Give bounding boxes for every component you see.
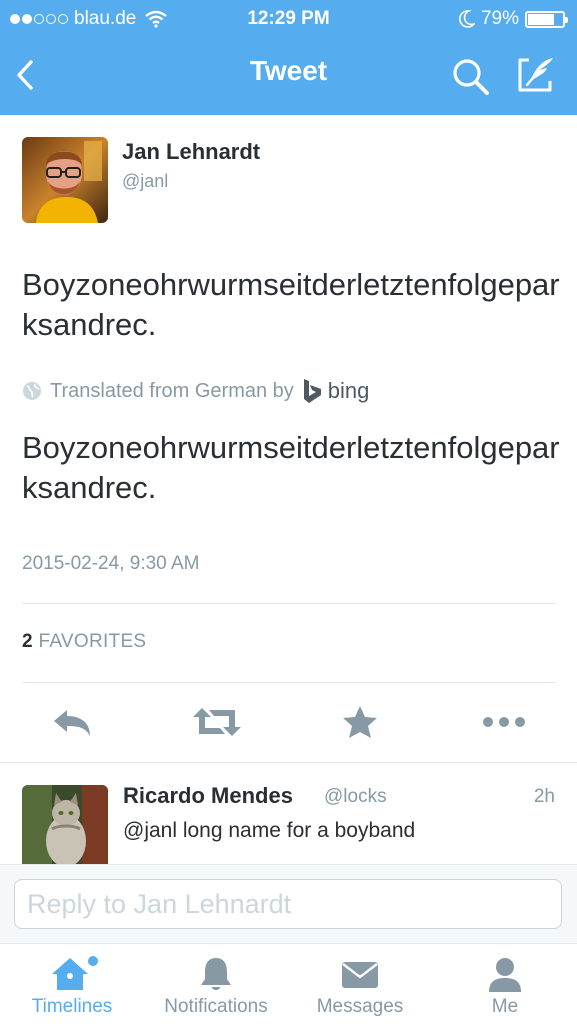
- search-icon: [453, 59, 489, 95]
- star-icon: [343, 706, 377, 738]
- reply-author-handle[interactable]: @locks: [324, 786, 387, 808]
- tweet-author[interactable]: Jan Lehnardt @janl: [22, 137, 562, 227]
- reply-tweet[interactable]: Ricardo Mendes @locks 2h @janl long name…: [0, 762, 577, 865]
- compose-icon: [518, 58, 553, 92]
- translated-label: Translated from German by: [50, 379, 294, 402]
- reply-button[interactable]: [50, 704, 94, 740]
- favorite-button[interactable]: [338, 704, 382, 740]
- home-icon: [52, 956, 98, 990]
- battery-icon: [525, 10, 568, 28]
- author-handle[interactable]: @janl: [122, 171, 168, 192]
- bell-icon: [201, 958, 231, 990]
- person-icon: [489, 958, 521, 992]
- avatar[interactable]: [22, 137, 108, 223]
- tab-me[interactable]: Me: [435, 944, 575, 1024]
- retweet-icon: [193, 708, 241, 736]
- tweet-timestamp: 2015-02-24, 9:30 AM: [22, 553, 200, 574]
- more-icon: [483, 717, 525, 727]
- battery-area: 79%: [459, 8, 568, 30]
- divider: [22, 682, 556, 683]
- globe-icon: [23, 382, 41, 400]
- search-button[interactable]: [450, 56, 492, 103]
- envelope-icon: [342, 962, 378, 988]
- tab-label: Timelines: [31, 996, 113, 1017]
- header: blau.de 12:29 PM 79% Tweet: [0, 0, 577, 115]
- reply-compose-bar: [0, 864, 577, 944]
- battery-percent: 79%: [480, 8, 519, 29]
- favorites-count[interactable]: 2 FAVORITES: [22, 631, 146, 653]
- tab-label: Messages: [316, 996, 404, 1017]
- more-button[interactable]: [481, 704, 527, 740]
- status-bar: blau.de 12:29 PM 79%: [0, 6, 577, 34]
- moon-icon: [459, 10, 475, 28]
- bing-logo-icon: [303, 379, 321, 403]
- reply-icon: [54, 710, 90, 736]
- reply-author-name[interactable]: Ricardo Mendes: [123, 783, 293, 809]
- compose-button[interactable]: [515, 54, 557, 101]
- reply-input[interactable]: [14, 879, 562, 929]
- tweet-text: Boyzoneohrwurmseitderletztenfolgeparksan…: [22, 267, 560, 342]
- reply-time: 2h: [533, 786, 555, 807]
- tab-label: Me: [491, 996, 519, 1017]
- tab-notifications[interactable]: Notifications: [146, 944, 286, 1024]
- avatar[interactable]: [22, 785, 108, 865]
- translated-text: Boyzoneohrwurmseitderletztenfolgeparksan…: [22, 430, 560, 505]
- divider: [22, 603, 556, 604]
- tab-label: Notifications: [164, 996, 268, 1017]
- translation-attribution: Translated from German by bing: [22, 378, 369, 404]
- favorites-number: 2: [22, 631, 33, 652]
- author-name[interactable]: Jan Lehnardt: [122, 139, 260, 165]
- reply-text: @janl long name for a boyband: [123, 819, 416, 842]
- tab-bar: Timelines Notifications Messages Me: [0, 944, 577, 1024]
- favorites-label: FAVORITES: [38, 631, 147, 652]
- retweet-button[interactable]: [192, 704, 242, 740]
- translator-name: bing: [327, 378, 370, 403]
- tab-messages[interactable]: Messages: [290, 944, 430, 1024]
- tab-timelines[interactable]: Timelines: [2, 944, 142, 1024]
